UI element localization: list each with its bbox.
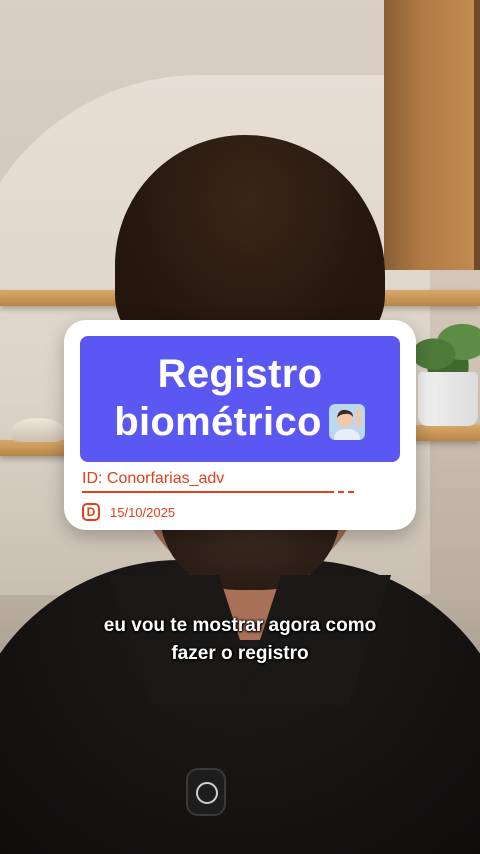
title-line-1: Registro bbox=[157, 352, 323, 396]
post-date: 15/10/2025 bbox=[110, 505, 176, 520]
title-card: Registro biométrico ID: Conorfarias_adv … bbox=[64, 320, 416, 530]
plant bbox=[412, 318, 480, 378]
lapel-microphone bbox=[186, 768, 226, 816]
wooden-cabinet bbox=[384, 0, 480, 270]
mic-logo-icon bbox=[196, 782, 218, 804]
plant-pot bbox=[418, 372, 478, 426]
title-box: Registro biométrico bbox=[80, 336, 400, 462]
title-line-2: biométrico bbox=[80, 398, 400, 446]
id-underline-dashes bbox=[338, 491, 358, 493]
man-raising-hand-icon bbox=[328, 403, 366, 441]
title-line-2-text: biométrico bbox=[114, 400, 322, 444]
decor-shell bbox=[12, 418, 64, 442]
video-caption: eu vou te mostrar agora como fazer o reg… bbox=[0, 612, 480, 668]
caption-line-2: fazer o registro bbox=[171, 643, 309, 664]
id-underline bbox=[82, 491, 334, 493]
card-title: Registro biométrico bbox=[80, 350, 400, 446]
caption-line-1: eu vou te mostrar agora como bbox=[103, 615, 377, 636]
creator-id: ID: Conorfarias_adv bbox=[82, 470, 225, 487]
d-badge-icon: D bbox=[82, 503, 100, 521]
